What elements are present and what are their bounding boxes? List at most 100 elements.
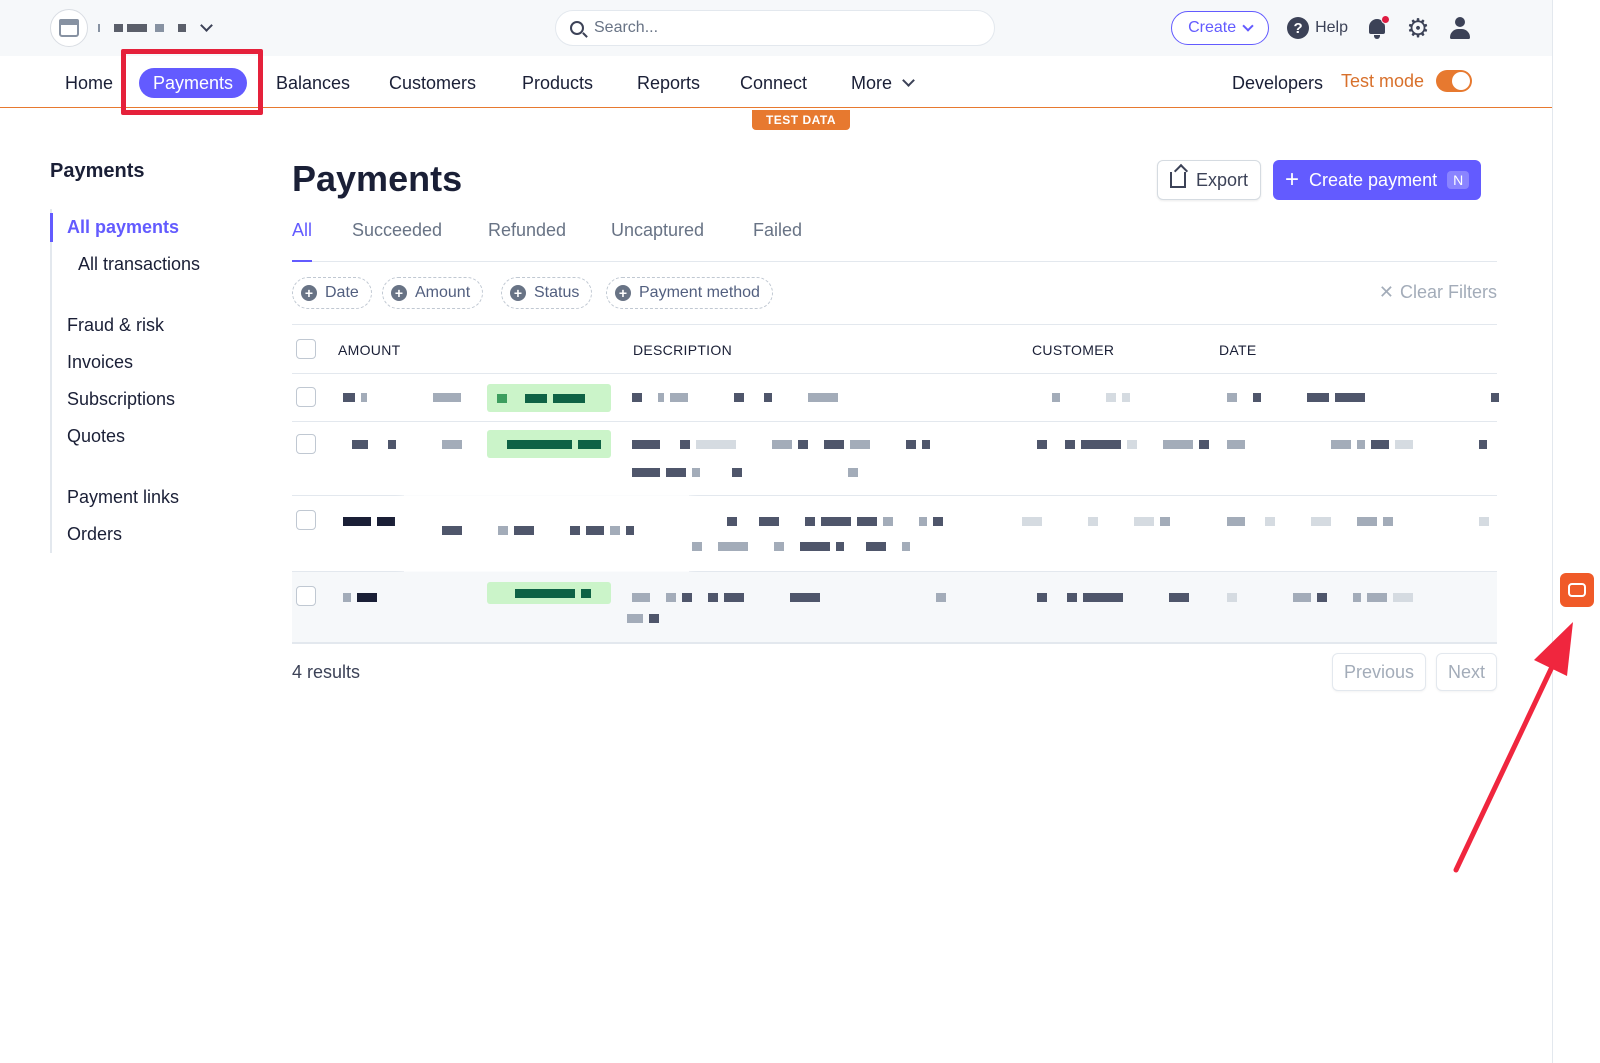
sidebar-item-invoices[interactable]: Invoices <box>67 344 250 381</box>
search-bar[interactable] <box>555 10 995 46</box>
export-button[interactable]: Export <box>1157 160 1262 200</box>
sidebar-item-subscriptions[interactable]: Subscriptions <box>67 381 250 418</box>
results-count: 4 results <box>292 662 361 682</box>
create-payment-button[interactable]: + Create payment N <box>1273 160 1482 200</box>
plus-icon: + <box>615 285 631 301</box>
search-icon <box>570 21 584 35</box>
chevron-down-icon <box>200 19 213 32</box>
sidebar-item-fraud-risk[interactable]: Fraud & risk <box>67 307 250 344</box>
account-name-redacted <box>98 24 186 32</box>
toggle-switch[interactable] <box>1436 70 1472 92</box>
redacted-description-line2 <box>692 542 910 551</box>
tab-all[interactable]: All <box>292 218 313 262</box>
close-icon: ✕ <box>1378 282 1394 302</box>
search-input[interactable] <box>594 19 974 37</box>
table-row[interactable] <box>292 422 1497 496</box>
redacted-date <box>1227 517 1489 526</box>
row-checkbox[interactable] <box>296 586 316 606</box>
filter-payment-method[interactable]: + Payment method <box>606 277 773 309</box>
nav-developers[interactable]: Developers <box>1232 68 1323 98</box>
column-header-description[interactable]: DESCRIPTION <box>633 342 732 358</box>
row-checkbox[interactable] <box>296 387 316 407</box>
redacted-description <box>632 440 930 449</box>
store-icon <box>50 9 88 47</box>
chevron-down-icon <box>1242 19 1254 32</box>
help-label: Help <box>1315 19 1348 36</box>
tab-refunded[interactable]: Refunded <box>488 218 566 262</box>
row-checkbox[interactable] <box>296 434 316 454</box>
redacted-amount <box>343 593 377 602</box>
tab-failed[interactable]: Failed <box>753 218 802 262</box>
select-all-checkbox[interactable] <box>296 339 316 359</box>
help-button[interactable]: ? Help <box>1287 17 1348 39</box>
status-badge <box>487 582 611 604</box>
clear-filters-button[interactable]: ✕ Clear Filters <box>1379 282 1497 303</box>
keyboard-shortcut-badge: N <box>1447 171 1470 189</box>
column-header-amount[interactable]: AMOUNT <box>338 342 400 358</box>
sidebar: Payments All payments All transactions F… <box>50 160 250 553</box>
table-row[interactable] <box>292 572 1497 644</box>
table-header: AMOUNT DESCRIPTION CUSTOMER DATE <box>292 324 1497 374</box>
bell-icon[interactable] <box>1366 15 1390 40</box>
export-label: Export <box>1196 169 1249 190</box>
nav-customers[interactable]: Customers <box>389 68 476 98</box>
main-area: Create ? Help ⚙ Home Payments Balances C… <box>0 0 1552 1063</box>
sidebar-group: All payments All transactions Fraud & ri… <box>50 209 250 553</box>
user-icon[interactable] <box>1448 16 1472 40</box>
sidebar-item-orders[interactable]: Orders <box>67 516 250 553</box>
filter-label: Status <box>534 284 580 301</box>
test-data-badge: TEST DATA <box>752 110 850 130</box>
gear-icon[interactable]: ⚙ <box>1406 15 1430 41</box>
redacted-description <box>727 517 943 526</box>
redacted-amount <box>343 393 461 402</box>
column-header-customer[interactable]: CUSTOMER <box>1032 342 1114 358</box>
redacted-customer <box>1037 593 1189 602</box>
sidebar-item-all-transactions[interactable]: All transactions <box>67 246 250 283</box>
column-header-date[interactable]: DATE <box>1219 342 1257 358</box>
create-button[interactable]: Create <box>1171 11 1270 45</box>
annotation-highlight-box <box>121 49 263 115</box>
nav-more[interactable]: More <box>851 68 915 98</box>
pagination: Previous Next <box>1331 653 1497 691</box>
nav-products[interactable]: Products <box>522 68 593 98</box>
top-bar-actions: Create ? Help ⚙ <box>1171 11 1472 45</box>
widget-icon[interactable] <box>1560 573 1594 607</box>
payments-table: AMOUNT DESCRIPTION CUSTOMER DATE <box>292 324 1499 644</box>
plus-icon: + <box>510 285 526 301</box>
notification-dot <box>1381 15 1390 24</box>
account-switcher[interactable] <box>50 9 213 47</box>
redacted-amount <box>343 517 395 526</box>
app: Create ? Help ⚙ Home Payments Balances C… <box>0 0 1600 1063</box>
redacted-date <box>1227 440 1487 449</box>
sidebar-item-payment-links[interactable]: Payment links <box>67 479 250 516</box>
next-button[interactable]: Next <box>1435 653 1497 691</box>
filter-label: Date <box>325 284 359 301</box>
sidebar-item-all-payments[interactable]: All payments <box>50 209 250 246</box>
redacted-customer <box>1052 393 1130 402</box>
nav-reports[interactable]: Reports <box>637 68 700 98</box>
filter-date[interactable]: + Date <box>292 277 372 309</box>
test-mode-toggle[interactable]: Test mode <box>1341 70 1472 92</box>
tab-succeeded[interactable]: Succeeded <box>352 218 442 262</box>
chevron-down-icon <box>902 74 915 87</box>
right-rail <box>1552 0 1600 1063</box>
nav-connect[interactable]: Connect <box>740 68 807 98</box>
sidebar-item-quotes[interactable]: Quotes <box>67 418 250 455</box>
plus-icon: + <box>301 285 317 301</box>
nav-more-label: More <box>851 73 893 93</box>
filter-amount[interactable]: + Amount <box>382 277 484 309</box>
top-bar: Create ? Help ⚙ <box>0 0 1552 56</box>
filter-status[interactable]: + Status <box>501 277 593 309</box>
tab-uncaptured[interactable]: Uncaptured <box>611 218 704 262</box>
table-row[interactable] <box>292 374 1499 422</box>
sidebar-title: Payments <box>50 160 145 182</box>
page-title: Payments <box>292 158 463 199</box>
row-checkbox[interactable] <box>296 510 316 530</box>
previous-button[interactable]: Previous <box>1331 653 1426 691</box>
redacted-description <box>632 593 946 602</box>
filter-label: Amount <box>415 284 471 301</box>
nav-home[interactable]: Home <box>65 68 113 98</box>
table-row[interactable] <box>292 488 1497 574</box>
nav-balances[interactable]: Balances <box>276 68 350 98</box>
status-badge <box>487 430 611 458</box>
